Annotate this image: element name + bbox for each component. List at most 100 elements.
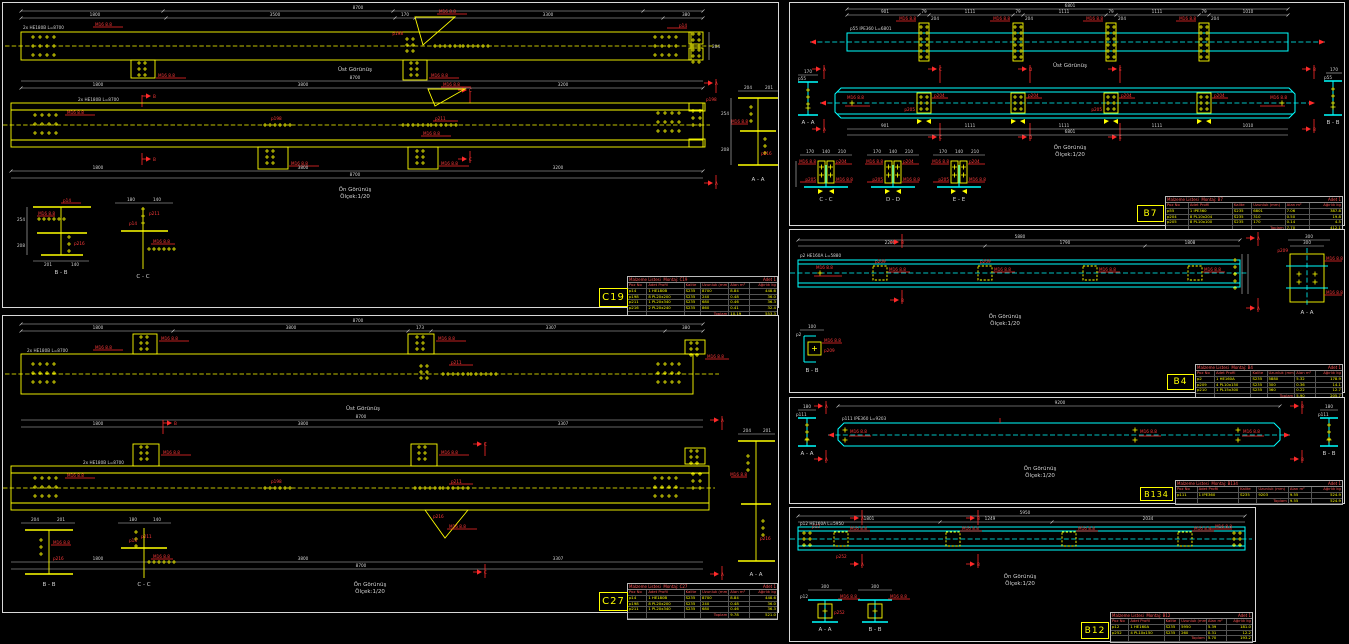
b134-front-view: p111 IPE360 L=9203 M16 8.8 M16 8.8 M16 8…	[828, 416, 1290, 446]
svg-text:M16 8.8: M16 8.8	[731, 119, 748, 124]
svg-text:D: D	[1029, 135, 1032, 140]
svg-text:1111: 1111	[1059, 9, 1070, 14]
svg-text:173: 173	[416, 325, 424, 330]
svg-text:M16 8.8: M16 8.8	[423, 131, 440, 136]
svg-text:1800: 1800	[93, 421, 104, 426]
svg-text:201: 201	[44, 262, 52, 267]
section-label: C - C	[136, 274, 149, 280]
b134-marker-b-bottom: B	[1290, 450, 1304, 463]
svg-text:1808: 1808	[1185, 240, 1196, 245]
b134-material-list: Malzeme Listesi Montaj: B134Adet 1Poz No…	[1175, 480, 1343, 505]
b4-material-list: Malzeme Listesi Montaj: B4Adet 1Poz NoAd…	[1195, 364, 1343, 401]
svg-text:p205: p205	[1091, 107, 1102, 112]
svg-text:M16 8.8: M16 8.8	[993, 16, 1010, 21]
svg-text:A: A	[715, 81, 718, 86]
svg-text:254: 254	[721, 111, 729, 116]
beam-designation: 2x HE180B L=8700	[83, 460, 124, 465]
svg-text:M16 8.8: M16 8.8	[153, 554, 170, 559]
svg-text:M16 8.8: M16 8.8	[67, 110, 84, 115]
svg-text:79: 79	[1201, 9, 1207, 14]
c27-section-aa: 204201 M16 8.8 p216 A - A	[730, 428, 775, 578]
c27-material-list: Malzeme Listesi Montaj: C27Adet 1Poz NoA…	[627, 583, 778, 620]
svg-text:M16 8.8: M16 8.8	[163, 450, 180, 455]
panel-b12: 5950 180112492034 A B p12 HE160A L=5950 …	[789, 507, 1256, 642]
b134-marker-a-bottom: A	[814, 450, 828, 463]
svg-text:A: A	[1257, 236, 1260, 241]
svg-text:p198: p198	[706, 97, 717, 102]
svg-text:A: A	[823, 127, 826, 132]
view-title-front: Ön Görünüş	[1024, 465, 1057, 472]
svg-text:A: A	[721, 418, 724, 423]
svg-text:M16 8.8: M16 8.8	[866, 159, 883, 164]
c27-dims-bottom: 180038003307 8700	[11, 556, 703, 569]
svg-text:901: 901	[881, 123, 889, 128]
svg-text:3800: 3800	[298, 82, 309, 87]
svg-text:M16 8.8: M16 8.8	[1215, 524, 1232, 529]
svg-text:p209: p209	[824, 348, 835, 353]
panel-b134: 180 p111 A - A A A 9200 p111 IPE360 L=92…	[789, 397, 1345, 504]
svg-text:1111: 1111	[1059, 123, 1070, 128]
svg-text:p14: p14	[63, 198, 71, 203]
svg-text:79: 79	[1108, 9, 1114, 14]
svg-text:901: 901	[881, 9, 889, 14]
c19-marker-c-top: C	[458, 87, 472, 103]
svg-text:p211: p211	[451, 360, 462, 365]
b12-front-view: p12 HE160A L=5950 p12 M16 8.8 M16 8.8 M1…	[790, 521, 1252, 559]
svg-text:201: 201	[765, 85, 773, 90]
svg-text:2034: 2034	[1143, 516, 1154, 521]
c27-top-view: 2x HE180B L=8700 M16 8.8 M16 8.8 M16 8.8…	[5, 334, 729, 394]
c19-section-cc: 180140 p211 M16 8.8 p14 C - C	[115, 197, 176, 280]
svg-text:M16 8.8: M16 8.8	[903, 177, 920, 182]
svg-text:1801: 1801	[864, 516, 875, 521]
svg-text:M16 8.8: M16 8.8	[441, 450, 458, 455]
svg-text:B: B	[1313, 127, 1316, 132]
svg-text:254: 254	[17, 217, 25, 222]
b4-marker-a-bottom: A	[1246, 298, 1260, 312]
svg-text:p205: p205	[938, 177, 949, 182]
svg-text:3200: 3200	[553, 165, 564, 170]
b7-front-view: M16 8.8 M16 8.8 p204 p204 p204 p204 p205…	[820, 88, 1315, 124]
view-title-front: Ön Görünüş	[1054, 144, 1087, 151]
c19-dims-top: 8700 180035001703300380	[20, 5, 705, 20]
svg-text:M16 8.8: M16 8.8	[153, 239, 170, 244]
svg-text:M16 8.8: M16 8.8	[1270, 95, 1287, 100]
svg-text:210: 210	[838, 149, 846, 154]
svg-text:E: E	[1119, 135, 1122, 140]
svg-text:p204: p204	[836, 159, 847, 164]
svg-text:140: 140	[889, 149, 897, 154]
section-label: A - A	[749, 572, 762, 578]
view-title-front: Ön Görünüş	[339, 186, 372, 193]
svg-text:A: A	[861, 516, 864, 521]
svg-text:B: B	[1301, 457, 1304, 462]
svg-text:M16 8.8: M16 8.8	[969, 177, 986, 182]
b7-top-view: p55 IPE360 L=6801 M16 8.8204 M16 8.8204 …	[810, 16, 1325, 61]
c19-marker-b-top: B	[142, 93, 156, 107]
panel-b7: 6801 901791111791111791111791010 p55 IPE…	[789, 2, 1345, 226]
svg-text:A: A	[861, 562, 864, 567]
c19-drawing: 8700 180035001703300380 2x HE180B L=8700…	[3, 3, 778, 307]
svg-text:300: 300	[871, 584, 879, 589]
svg-text:D: D	[1029, 67, 1032, 72]
c19-marker-a-bottom: A	[704, 175, 718, 189]
cad-sheet: 8700 180035001703300380 2x HE180B L=8700…	[0, 0, 1349, 644]
svg-text:204: 204	[931, 16, 939, 21]
svg-text:201: 201	[763, 428, 771, 433]
panel-c27: 8700 180038001733307380 2x HE180B L=8700…	[2, 315, 779, 613]
svg-text:M16 8.8: M16 8.8	[840, 594, 857, 599]
svg-text:p14: p14	[129, 538, 137, 543]
b7-dims-top: 6801 901791111791111791111791010	[846, 3, 1290, 17]
panel-b4: 5880 228017901808 300 B p2 HE160A L=5880…	[789, 229, 1345, 393]
b7-marker-b-bottom: B	[1302, 119, 1316, 133]
c27-section-cc: 180140 p211 M16 8.8 p14 C - C	[118, 517, 176, 588]
svg-text:3307: 3307	[546, 325, 557, 330]
svg-text:M16 8.8: M16 8.8	[439, 9, 456, 14]
svg-text:p204: p204	[903, 159, 914, 164]
svg-text:1111: 1111	[1152, 9, 1163, 14]
svg-text:A: A	[721, 572, 724, 577]
b7-marker-a-top: A	[812, 65, 826, 79]
c27-dims-top: 8700 180038001733307380	[20, 318, 705, 333]
section-label: B - B	[805, 368, 818, 374]
svg-text:p12: p12	[800, 594, 808, 599]
svg-text:M16 8.8: M16 8.8	[847, 95, 864, 100]
section-label: B - B	[1322, 451, 1335, 457]
